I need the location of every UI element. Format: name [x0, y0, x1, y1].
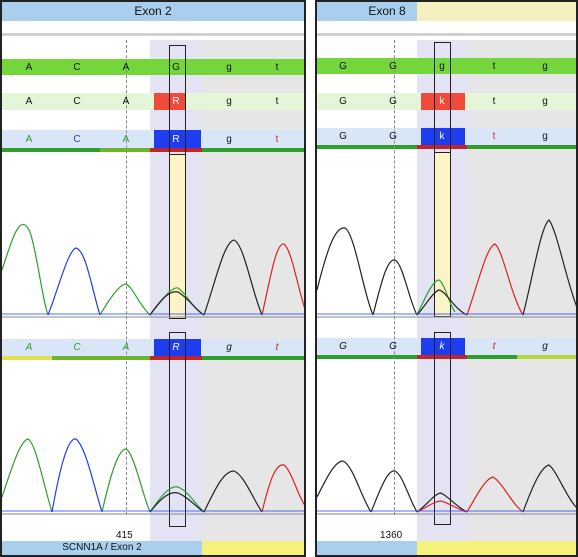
quality-bar: [467, 355, 517, 359]
base: k: [439, 341, 445, 352]
panel-exon-2: Exon 2 A C A G g t A C A R g t A C A R g…: [0, 0, 306, 557]
base: t: [492, 96, 496, 107]
base: g: [542, 61, 548, 72]
base: t: [492, 131, 496, 142]
chromatogram-upper: [317, 219, 576, 318]
divider: [317, 33, 576, 36]
chromatogram-upper: [2, 224, 304, 318]
lower-sequence-row: [2, 339, 304, 356]
base: G: [389, 61, 397, 72]
quality-bar: [2, 356, 52, 360]
base: G: [339, 131, 347, 142]
base: A: [25, 62, 33, 73]
base: C: [73, 96, 81, 107]
base: g: [542, 341, 548, 352]
base: t: [275, 342, 279, 353]
base: C: [73, 134, 81, 145]
base: R: [172, 96, 180, 107]
base: t: [275, 134, 279, 145]
quality-bar: [202, 356, 304, 360]
base: g: [542, 131, 548, 142]
base: G: [339, 341, 347, 352]
base: g: [439, 61, 445, 72]
base: G: [339, 61, 347, 72]
panel-exon-8: Exon 8 Exon 8 G G g t g G G k t g G G k …: [315, 0, 578, 557]
quality-bar: [52, 356, 150, 360]
position-label: 415: [116, 530, 133, 541]
footer-blue: [317, 541, 417, 555]
base: G: [389, 96, 397, 107]
footer-bar: SCNN1A / Exon 2: [2, 541, 304, 555]
base: g: [226, 134, 232, 145]
quality-bar: [467, 145, 576, 149]
exon-title: Exon 2: [2, 2, 304, 21]
footer-bar: [317, 541, 576, 555]
base: G: [172, 62, 180, 73]
base: A: [122, 96, 130, 107]
footer-label: SCNN1A / Exon 2: [62, 542, 142, 553]
base: A: [25, 342, 33, 353]
base: A: [25, 96, 33, 107]
base: C: [73, 342, 81, 353]
base: g: [226, 342, 232, 353]
chromatogram-lower: [2, 438, 304, 515]
base: t: [492, 341, 496, 352]
base: k: [439, 131, 445, 142]
base: t: [275, 62, 279, 73]
quality-bar: [202, 148, 304, 152]
base: g: [542, 96, 548, 107]
base: G: [339, 96, 347, 107]
sequence-row: [2, 130, 304, 148]
quality-bar: [317, 145, 417, 149]
chromatogram-lower: [317, 460, 576, 515]
base: k: [439, 96, 445, 107]
base: G: [389, 341, 397, 352]
footer-yellow: [202, 541, 304, 555]
iupac-row: [2, 93, 304, 110]
position-label: 1360: [380, 530, 403, 541]
base: A: [122, 342, 130, 353]
base: A: [25, 134, 33, 145]
base: g: [226, 96, 232, 107]
divider: [2, 33, 304, 36]
base: R: [172, 134, 180, 145]
base: G: [389, 131, 397, 142]
base: C: [73, 62, 81, 73]
quality-bar: [100, 148, 150, 152]
base: t: [275, 96, 279, 107]
footer-yellow: [417, 541, 576, 555]
quality-bar: [317, 355, 417, 359]
base: t: [492, 61, 496, 72]
base: A: [122, 134, 130, 145]
base: A: [122, 62, 130, 73]
base: R: [172, 342, 180, 353]
reference-row: [2, 59, 304, 75]
base: g: [226, 62, 232, 73]
quality-bar: [2, 148, 100, 152]
quality-bar: [517, 355, 576, 359]
exon-title-label: Exon 8: [368, 4, 406, 18]
